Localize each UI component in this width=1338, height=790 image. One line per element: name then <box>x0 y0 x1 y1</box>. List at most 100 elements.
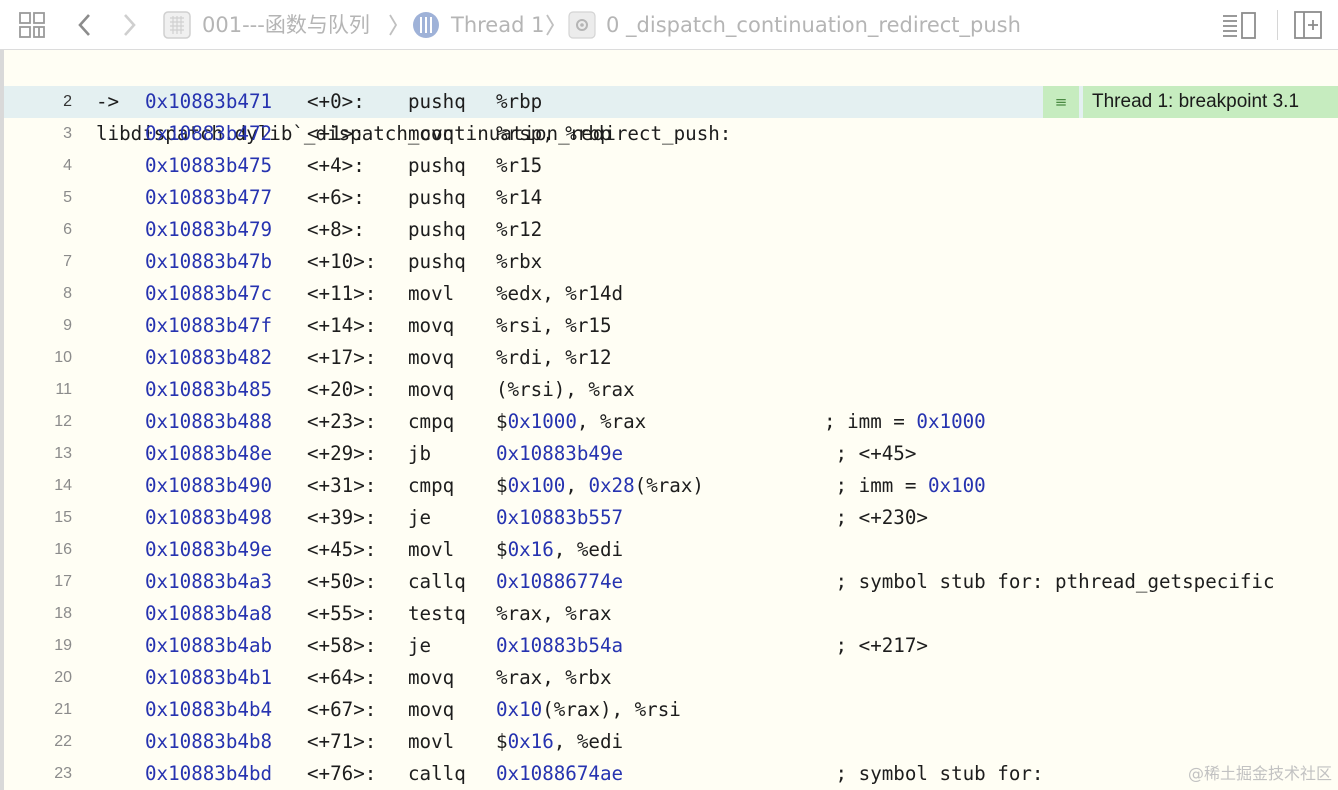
instruction-offset: <+29>: <box>307 442 377 465</box>
project-icon[interactable] <box>162 10 192 40</box>
line-number[interactable]: 18 <box>4 598 72 630</box>
instruction-address: 0x10883b475 <box>145 154 273 177</box>
instruction-operands: %rsp, %rbp <box>496 122 612 145</box>
instruction-mnemonic: je <box>408 506 432 529</box>
instruction-line[interactable]: 15 0x10883b498 <+39>: je 0x10883b557 ; <+230… <box>4 502 1338 534</box>
line-number[interactable]: 19 <box>4 630 72 662</box>
instruction-operands: %rsi, %r15 <box>496 314 612 337</box>
instruction-mnemonic: cmpq <box>408 410 455 433</box>
instruction-address: 0x10883b4b4 <box>145 698 273 721</box>
line-number[interactable]: 23 <box>4 758 72 790</box>
instruction-offset: <+50>: <box>307 570 377 593</box>
line-number[interactable]: 8 <box>4 278 72 310</box>
stack-frame-icon[interactable] <box>568 10 596 40</box>
instruction-offset: <+58>: <box>307 634 377 657</box>
instruction-operands: %edx, %r14d <box>496 282 624 305</box>
instruction-mnemonic: je <box>408 634 432 657</box>
instruction-line[interactable]: 3 0x10883b472 <+1>: movq %rsp, %rbp <box>4 118 1338 150</box>
line-number[interactable]: 17 <box>4 566 72 598</box>
line-number[interactable]: 14 <box>4 470 72 502</box>
breadcrumb-frame[interactable]: 0 _dispatch_continuation_redirect_push <box>606 12 1021 38</box>
instruction-mnemonic: movl <box>408 538 455 561</box>
instruction-line[interactable]: 12 0x10883b488 <+23>: cmpq $0x1000, %rax ; im… <box>4 406 1338 438</box>
instruction-operands: %rax, %rax <box>496 602 612 625</box>
line-number[interactable]: 5 <box>4 182 72 214</box>
instruction-operands: $0x16, %edi <box>496 538 624 561</box>
instruction-line[interactable]: 6 0x10883b479 <+8>: pushq %r12 <box>4 214 1338 246</box>
instruction-operands: 0x10883b54a <box>496 630 623 662</box>
add-editor-icon[interactable] <box>1293 10 1323 40</box>
breakpoint-annotation[interactable]: ≡ Thread 1: breakpoint 3.1 <box>1043 86 1338 118</box>
instruction-line[interactable]: 9 0x10883b47f <+14>: movq %rsi, %r15 <box>4 310 1338 342</box>
instruction-line[interactable]: 18 0x10883b4a8 <+55>: testq %rax, %rax <box>4 598 1338 630</box>
instruction-offset: <+31>: <box>307 474 377 497</box>
line-number[interactable]: 9 <box>4 310 72 342</box>
line-number[interactable]: 7 <box>4 246 72 278</box>
instruction-address: 0x10883b4b8 <box>145 730 273 753</box>
disassembly-editor[interactable]: 1 libdispatch.dylib`_dispatch_continuati… <box>0 50 1338 790</box>
line-number[interactable]: 12 <box>4 406 72 438</box>
instruction-line[interactable]: 7 0x10883b47b <+10>: pushq %rbx <box>4 246 1338 278</box>
line-number[interactable]: 10 <box>4 342 72 374</box>
instruction-offset: <+20>: <box>307 378 377 401</box>
instruction-offset: <+45>: <box>307 538 377 561</box>
hex-literal: 0x100 <box>927 474 986 497</box>
instruction-line[interactable]: 17 0x10883b4a3 <+50>: callq 0x10886774e ; sy… <box>4 566 1338 598</box>
instruction-mnemonic: movq <box>408 122 455 145</box>
line-number[interactable]: 13 <box>4 438 72 470</box>
instruction-operands: %r12 <box>496 218 543 241</box>
instruction-line[interactable]: 13 0x10883b48e <+29>: jb 0x10883b49e ; <+45> <box>4 438 1338 470</box>
hex-literal: 0x1000 <box>507 410 577 433</box>
hex-literal: 0x10886774e <box>496 570 624 593</box>
instruction-line[interactable]: 22 0x10883b4b8 <+71>: movl $0x16, %edi <box>4 726 1338 758</box>
breadcrumb-project[interactable]: 001---函数与队列 <box>202 12 370 38</box>
header-line: 1 libdispatch.dylib`_dispatch_continuati… <box>4 54 1338 145</box>
hex-literal: 0x10883b557 <box>496 506 624 529</box>
instruction-address: 0x10883b472 <box>145 122 273 145</box>
instruction-address: 0x10883b4bd <box>145 762 273 785</box>
back-icon[interactable] <box>74 10 96 40</box>
forward-icon[interactable] <box>118 10 140 40</box>
instruction-address: 0x10883b48e <box>145 442 273 465</box>
breadcrumb-thread[interactable]: Thread 1 <box>451 12 544 38</box>
line-number[interactable]: 4 <box>4 150 72 182</box>
instruction-operands: 0x10883b49e <box>496 438 623 470</box>
instruction-line[interactable]: 10 0x10883b482 <+17>: movq %rdi, %r12 <box>4 342 1338 374</box>
instruction-offset: <+8>: <box>307 218 365 241</box>
hex-literal: 0x10883b54a <box>496 634 624 657</box>
line-number[interactable]: 11 <box>4 374 72 406</box>
instruction-mnemonic: movq <box>408 378 455 401</box>
instruction-mnemonic: callq <box>408 570 466 593</box>
instruction-line[interactable]: 20 0x10883b4b1 <+64>: movq %rax, %rbx <box>4 662 1338 694</box>
instruction-line[interactable]: 16 0x10883b49e <+45>: movl $0x16, %edi <box>4 534 1338 566</box>
line-number[interactable]: 15 <box>4 502 72 534</box>
toolbar-divider <box>1277 10 1278 40</box>
instruction-offset: <+4>: <box>307 154 365 177</box>
line-number[interactable]: 6 <box>4 214 72 246</box>
thread-icon[interactable] <box>411 10 441 40</box>
instruction-line[interactable]: 5 0x10883b477 <+6>: pushq %r14 <box>4 182 1338 214</box>
instruction-line[interactable]: 14 0x10883b490 <+31>: cmpq $0x100, 0x28(%rax… <box>4 470 1338 502</box>
instruction-line[interactable]: 11 0x10883b485 <+20>: movq (%rsi), %rax <box>4 374 1338 406</box>
line-number[interactable]: 20 <box>4 662 72 694</box>
instruction-line[interactable]: 4 0x10883b475 <+4>: pushq %r15 <box>4 150 1338 182</box>
instruction-line[interactable]: 21 0x10883b4b4 <+67>: movq 0x10(%rax), %rsi <box>4 694 1338 726</box>
line-number[interactable]: 21 <box>4 694 72 726</box>
current-instruction-line[interactable]: 2 -> 0x10883b471 <+0>: pushq %rbp ≡ Thread 1: b… <box>4 86 1338 118</box>
instruction-operands: %rbx <box>496 250 543 273</box>
instruction-line[interactable]: 23 0x10883b4bd <+76>: callq 0x1088674ae ; sy… <box>4 758 1338 790</box>
instruction-line[interactable]: 8 0x10883b47c <+11>: movl %edx, %r14d <box>4 278 1338 310</box>
related-items-icon[interactable] <box>17 10 47 40</box>
line-number[interactable]: 3 <box>4 118 72 150</box>
annotation-menu-icon[interactable]: ≡ <box>1043 86 1079 118</box>
instruction-address: 0x10883b498 <box>145 506 273 529</box>
line-number[interactable]: 22 <box>4 726 72 758</box>
jump-bar: 001---函数与队列 Thread 1 0 _dispatch_continu… <box>0 0 1338 50</box>
instruction-address: 0x10883b4ab <box>145 634 273 657</box>
document-items-icon[interactable] <box>1220 10 1258 40</box>
line-number[interactable]: 2 <box>4 86 72 118</box>
instruction-offset: <+39>: <box>307 506 377 529</box>
line-number[interactable]: 16 <box>4 534 72 566</box>
instruction-line[interactable]: 19 0x10883b4ab <+58>: je 0x10883b54a ; <+217… <box>4 630 1338 662</box>
instruction-address: 0x10883b488 <box>145 410 273 433</box>
